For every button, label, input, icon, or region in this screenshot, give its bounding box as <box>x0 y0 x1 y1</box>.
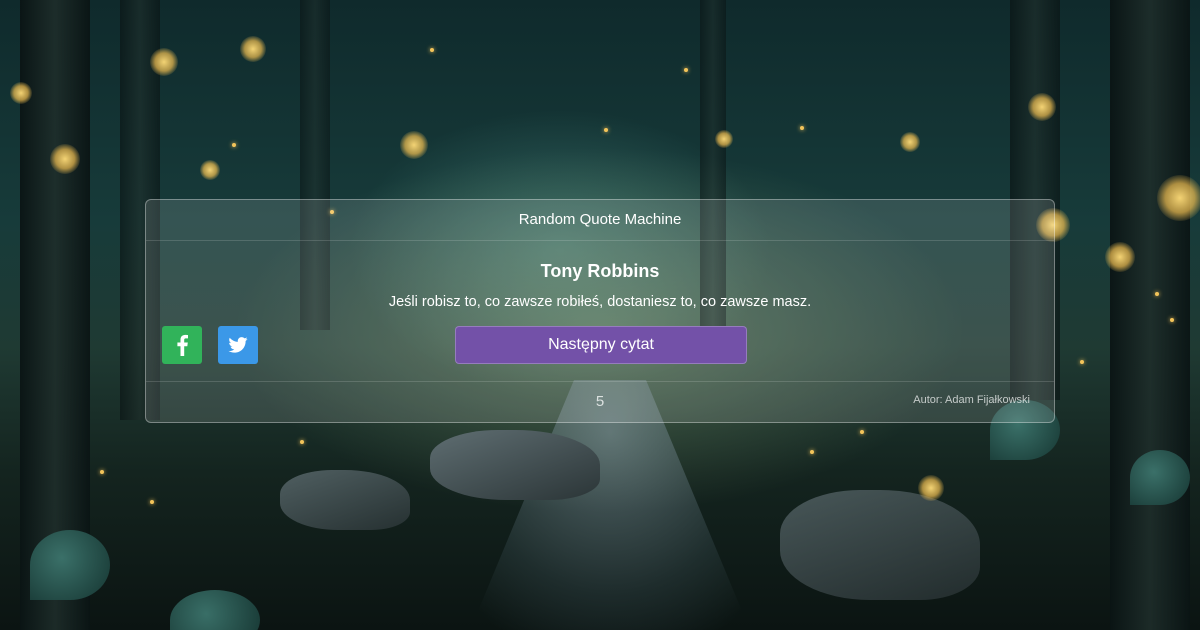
next-quote-button[interactable]: Następny cytat <box>455 326 747 364</box>
firefly-spark <box>1170 318 1174 322</box>
facebook-icon <box>177 334 188 356</box>
leaf <box>1130 450 1190 505</box>
firefly-spark <box>150 500 154 504</box>
firefly-spark <box>860 430 864 434</box>
forest-background: Random Quote Machine Tony Robbins Jeśli … <box>0 0 1200 630</box>
leaf <box>170 590 260 630</box>
quote-card: Random Quote Machine Tony Robbins Jeśli … <box>145 199 1055 423</box>
leaf <box>30 530 110 600</box>
tree-trunk <box>1110 0 1190 630</box>
firefly-bokeh <box>918 475 944 501</box>
app-title: Random Quote Machine <box>146 200 1054 241</box>
share-twitter-button[interactable] <box>218 326 258 364</box>
quote-actions: Następny cytat <box>146 326 1054 366</box>
quote-text: Jeśli robisz to, co zawsze robiłeś, dost… <box>388 294 812 310</box>
quote-author: Tony Robbins <box>540 261 660 281</box>
rock <box>430 430 600 500</box>
firefly-bokeh <box>50 144 80 174</box>
firefly-bokeh <box>200 160 220 180</box>
firefly-spark <box>430 48 434 52</box>
rock <box>280 470 410 530</box>
firefly-spark <box>684 68 688 72</box>
firefly-bokeh <box>1028 93 1056 121</box>
firefly-spark <box>1080 360 1084 364</box>
firefly-bokeh <box>715 130 733 148</box>
twitter-icon <box>228 337 248 353</box>
firefly-spark <box>232 143 236 147</box>
firefly-bokeh <box>900 132 920 152</box>
firefly-spark <box>604 128 608 132</box>
author-credit: Autor: Adam Fijałkowski <box>913 394 1030 406</box>
firefly-bokeh <box>240 36 266 62</box>
firefly-bokeh <box>150 48 178 76</box>
firefly-bokeh <box>1157 175 1200 221</box>
firefly-bokeh <box>400 131 428 159</box>
firefly-spark <box>800 126 804 130</box>
firefly-spark <box>810 450 814 454</box>
firefly-bokeh <box>1105 242 1135 272</box>
share-facebook-button[interactable] <box>162 326 202 364</box>
firefly-spark <box>300 440 304 444</box>
firefly-bokeh <box>10 82 32 104</box>
firefly-spark <box>1155 292 1159 296</box>
card-footer: 5 Autor: Adam Fijałkowski <box>146 381 1054 422</box>
rock <box>780 490 980 600</box>
firefly-spark <box>100 470 104 474</box>
